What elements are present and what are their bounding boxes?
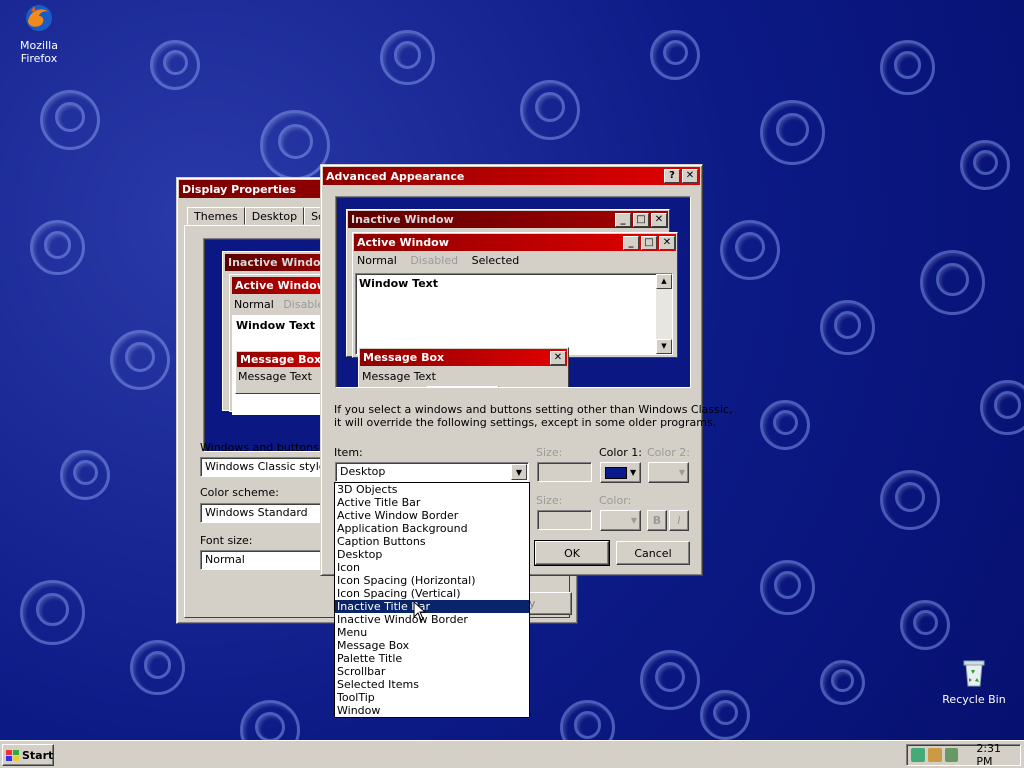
advanced-preview: Inactive Window _ □ ✕ Active Window _ □ … <box>335 196 691 388</box>
dropdown-option[interactable]: Message Box <box>335 639 529 652</box>
dropdown-option[interactable]: Icon Spacing (Vertical) <box>335 587 529 600</box>
minimize-icon: _ <box>623 235 639 250</box>
font-color-label: Color: <box>599 494 632 507</box>
color-scheme-label: Color scheme: <box>200 486 279 499</box>
windows-buttons-select[interactable]: Windows Classic style <box>200 457 340 477</box>
font-size-label: Size: <box>536 494 563 507</box>
taskbar: Start 2:31 PM <box>0 740 1024 768</box>
close-icon[interactable]: ✕ <box>682 169 698 183</box>
chevron-down-icon: ▼ <box>630 468 637 477</box>
item-label: Item: <box>334 446 363 459</box>
font-color-picker[interactable]: ▼ <box>600 510 641 531</box>
dropdown-option[interactable]: ToolTip <box>335 691 529 704</box>
network-icon[interactable] <box>911 748 925 762</box>
recycle-bin-icon <box>958 656 990 688</box>
color1-label: Color 1: <box>599 446 642 459</box>
dropdown-option[interactable]: Inactive Window Border <box>335 613 529 626</box>
desktop-icon-label: Mozilla Firefox <box>20 39 58 65</box>
item-select-value: Desktop <box>340 465 386 478</box>
window-title: Display Properties <box>182 182 297 196</box>
size-label: Size: <box>536 446 563 459</box>
preview-menu-disabled: Disabled <box>410 254 459 267</box>
desktop-icon-recycle-bin[interactable]: Recycle Bin <box>935 656 1013 707</box>
preview-message-box: Message Box ✕ Message Text OK <box>358 347 569 387</box>
preview-window-text: Window Text <box>359 277 439 290</box>
tab-themes[interactable]: Themes <box>187 207 245 225</box>
preview-inactive-titlebar: Inactive Window _ □ ✕ <box>348 211 668 228</box>
desktop-icon-label: Recycle Bin <box>942 693 1006 706</box>
dropdown-option[interactable]: Selected Items <box>335 678 529 691</box>
dropdown-option[interactable]: Icon <box>335 561 529 574</box>
start-button[interactable]: Start <box>2 744 54 766</box>
font-size-label: Font size: <box>200 534 253 547</box>
window-title: Advanced Appearance <box>326 169 465 183</box>
font-size-select[interactable]: Normal <box>200 550 340 570</box>
dropdown-option[interactable]: Scrollbar <box>335 665 529 678</box>
color2-picker[interactable]: ▼ <box>648 462 689 483</box>
start-label: Start <box>22 748 54 762</box>
preview-menu-selected: Selected <box>471 254 520 267</box>
dropdown-option[interactable]: Icon Spacing (Horizontal) <box>335 574 529 587</box>
dropdown-option[interactable]: Active Title Bar <box>335 496 529 509</box>
preview-active-titlebar: Active Window _ □ ✕ <box>354 234 676 251</box>
preview-ok-button: OK <box>427 386 499 387</box>
firefox-icon <box>23 2 55 34</box>
item-dropdown-list[interactable]: 3D Objects Active Title Bar Active Window … <box>334 482 530 718</box>
cancel-button[interactable]: Cancel <box>616 541 690 565</box>
info-text-line1: If you select a windows and buttons sett… <box>334 403 733 416</box>
preview-msgbox-text: Message Text <box>362 370 436 383</box>
desktop-icon-firefox[interactable]: Mozilla Firefox <box>0 2 78 66</box>
dropdown-option[interactable]: Application Background <box>335 522 529 535</box>
chevron-down-icon[interactable]: ▼ <box>511 464 527 480</box>
close-icon: ✕ <box>550 350 566 365</box>
close-icon: ✕ <box>659 235 675 250</box>
mouse-cursor-icon <box>413 601 427 621</box>
minimize-icon: _ <box>615 212 631 227</box>
dropdown-option[interactable]: Caption Buttons <box>335 535 529 548</box>
tab-desktop[interactable]: Desktop <box>244 207 305 225</box>
dropdown-option[interactable]: Inactive Title Bar <box>335 600 529 613</box>
dropdown-option[interactable]: Menu <box>335 626 529 639</box>
italic-button[interactable]: I <box>669 510 689 531</box>
preview-msgbox-titlebar: Message Box <box>363 351 445 364</box>
system-tray: 2:31 PM <box>906 742 1021 768</box>
close-icon: ✕ <box>651 212 667 227</box>
dropdown-option[interactable]: Desktop <box>335 548 529 561</box>
bold-button[interactable]: B <box>647 510 667 531</box>
info-text-line2: it will override the following settings,… <box>334 416 717 429</box>
item-select[interactable]: Desktop ▼ <box>335 462 529 482</box>
ok-button[interactable]: OK <box>534 540 610 566</box>
tray-app-icon[interactable] <box>927 748 942 762</box>
preview-menu-normal: Normal <box>357 254 397 267</box>
color1-picker[interactable]: ▼ <box>600 462 641 483</box>
font-size-select[interactable] <box>537 510 592 530</box>
preview-menu-normal: Normal <box>234 298 274 311</box>
windows-logo-icon <box>6 749 19 761</box>
desktop-background: Mozilla Firefox Recycle Bin Display Prop… <box>0 0 1024 740</box>
color1-swatch <box>605 466 627 479</box>
size-spinner[interactable] <box>537 462 592 482</box>
dropdown-option[interactable]: 3D Objects <box>335 483 529 496</box>
help-icon[interactable]: ? <box>664 169 680 183</box>
dropdown-option[interactable]: Active Window Border <box>335 509 529 522</box>
clock[interactable]: 2:31 PM <box>976 742 1020 768</box>
dropdown-option[interactable]: Palette Title <box>335 652 529 665</box>
windows-buttons-label: Windows and buttons: <box>200 441 323 454</box>
color2-label: Color 2: <box>647 446 690 459</box>
preview-scrollbar: ▲ ▼ <box>656 274 672 354</box>
maximize-icon: □ <box>633 212 649 227</box>
color-scheme-select[interactable]: Windows Standard <box>200 503 340 523</box>
tray-monitor-icon[interactable] <box>944 748 959 762</box>
maximize-icon: □ <box>641 235 657 250</box>
advanced-appearance-titlebar[interactable]: Advanced Appearance ? ✕ <box>323 167 700 185</box>
dropdown-option[interactable]: Window <box>335 704 529 717</box>
